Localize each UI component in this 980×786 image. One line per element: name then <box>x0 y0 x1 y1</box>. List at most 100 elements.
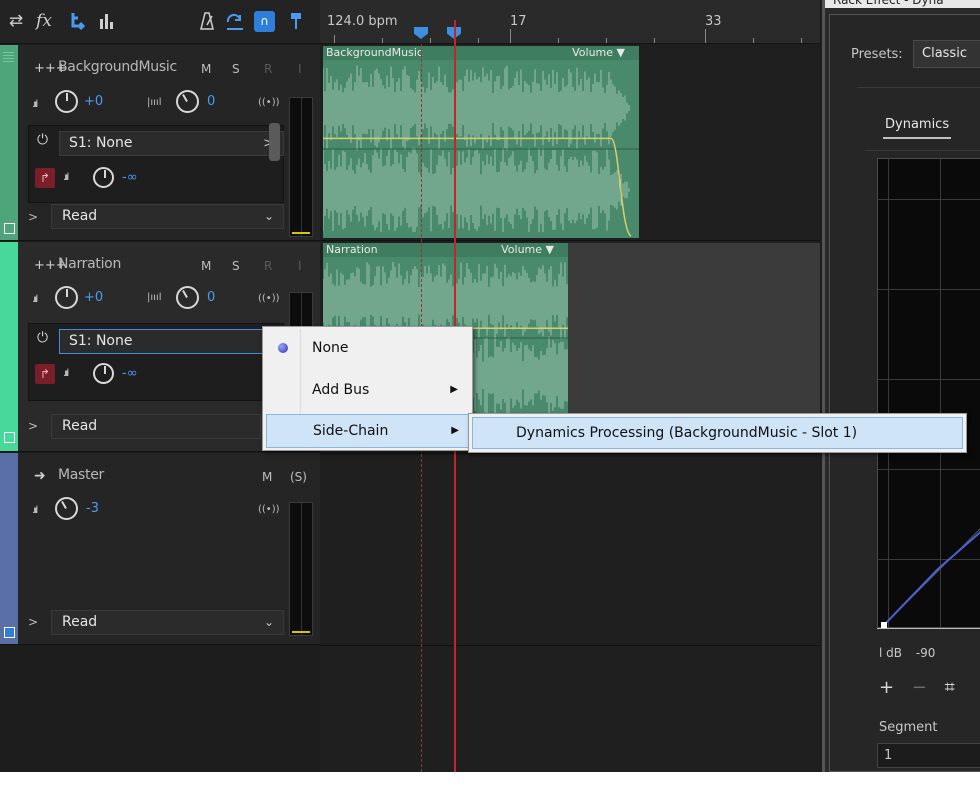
menu-item-add-bus[interactable]: Add Bus ▶ <box>263 372 472 408</box>
clip-header: BackgroundMusic Volume ▼ <box>323 46 639 60</box>
solo-button[interactable]: (S) <box>290 470 307 484</box>
envelope-dropdown[interactable]: Volume ▼ <box>572 46 625 60</box>
pan-value[interactable]: 0 <box>207 290 215 305</box>
fx-label: fx <box>36 11 52 31</box>
link-icon[interactable]: ⌗ <box>945 677 955 698</box>
meter-bars-icon[interactable] <box>96 10 118 32</box>
marker-pin-icon[interactable] <box>285 10 307 32</box>
audio-clip-backgroundmusic[interactable]: BackgroundMusic Volume ▼ <box>323 46 639 238</box>
automation-mode-dropdown[interactable]: Read ⌄ <box>51 610 284 635</box>
loop-icon[interactable] <box>224 10 246 32</box>
send-label: S1: None <box>69 135 133 151</box>
dynamics-graph[interactable] <box>877 158 980 628</box>
add-point-icon[interactable]: + <box>879 677 894 698</box>
db-scale: l dB -90 <box>879 646 945 660</box>
track-select-checkbox[interactable] <box>4 627 15 638</box>
send-volume-value[interactable]: -∞ <box>122 170 138 185</box>
automation-mode-dropdown[interactable]: Read ⌄ <box>51 204 284 229</box>
track-select-checkbox[interactable] <box>4 432 15 443</box>
expand-icon[interactable]: > <box>28 615 38 629</box>
menu-item-label: None <box>312 340 349 356</box>
routing-icon[interactable] <box>67 10 89 32</box>
power-icon[interactable]: ⏻ <box>37 330 48 346</box>
menu-item-side-chain[interactable]: Side-Chain ▶ <box>266 414 471 448</box>
send-dropdown[interactable]: S1: None > <box>59 329 284 354</box>
menu-item-label: Dynamics Processing (BackgroundMusic - S… <box>516 425 858 441</box>
send-dropdown[interactable]: S1: None > <box>59 131 284 156</box>
pan-icon: |ıııl <box>147 292 162 303</box>
bar-number: 17 <box>510 14 527 29</box>
pan-knob[interactable] <box>176 286 199 309</box>
fx-scrollbar[interactable] <box>269 123 280 161</box>
solo-button[interactable]: S <box>232 259 240 273</box>
mute-button[interactable]: M <box>201 259 211 273</box>
stereo-icon[interactable]: ((•)) <box>258 504 280 515</box>
send-volume-knob[interactable] <box>93 167 114 188</box>
send-volume-value[interactable]: -∞ <box>122 366 138 381</box>
switch-arrows-icon[interactable]: ⇄ <box>5 10 27 32</box>
chevron-down-icon: ⌄ <box>263 615 274 629</box>
track-grip-icon[interactable] <box>3 51 14 62</box>
input-monitor-button[interactable]: I <box>298 62 302 76</box>
timeline-ruler[interactable]: 124.0 bpm 17 33 <box>320 0 820 44</box>
solo-button[interactable]: S <box>232 62 240 76</box>
mute-button[interactable]: M <box>201 62 211 76</box>
volume-value[interactable]: -3 <box>86 501 99 516</box>
send-volume-icon: .ıııl <box>63 368 69 379</box>
metronome-icon[interactable] <box>196 10 218 32</box>
snap-magnet-icon[interactable]: ∩ <box>254 11 275 32</box>
presets-dropdown[interactable]: Classic <box>913 40 980 68</box>
track-color-strip <box>0 453 18 644</box>
automation-mode-dropdown[interactable]: Read <box>51 414 261 439</box>
automation-mode-label: Read <box>62 208 98 224</box>
clip-header: Narration Volume ▼ <box>323 243 568 257</box>
segment-field[interactable]: 1 <box>877 743 980 768</box>
loop-start-marker[interactable] <box>414 27 428 39</box>
tab-underline <box>883 137 951 139</box>
send-box: ⏻ S1: None > ↱ .ıııl -∞ <box>28 323 284 401</box>
track-select-checkbox[interactable] <box>4 223 15 234</box>
volume-value[interactable]: +0 <box>84 94 103 109</box>
record-arm-button[interactable]: R <box>264 62 272 76</box>
pan-knob[interactable] <box>176 90 199 113</box>
expand-icon[interactable]: > <box>28 419 38 433</box>
volume-value[interactable]: +0 <box>84 290 103 305</box>
remove-point-icon[interactable]: − <box>912 677 927 698</box>
envelope-dropdown[interactable]: Volume ▼ <box>501 243 554 257</box>
track-color-strip <box>0 242 18 451</box>
menu-item-label: Side-Chain <box>313 423 389 439</box>
clip-name: BackgroundMusic <box>326 46 423 59</box>
chevron-down-icon: ⌄ <box>263 209 274 223</box>
tab-dynamics[interactable]: Dynamics <box>885 117 949 132</box>
record-arm-button[interactable]: R <box>264 259 272 273</box>
menu-item-dynamics-processing[interactable]: Dynamics Processing (BackgroundMusic - S… <box>472 417 963 449</box>
sidechain-icon[interactable]: ↱ <box>35 364 55 384</box>
sidechain-icon[interactable]: ↱ <box>35 168 55 188</box>
graph-axis <box>877 628 980 640</box>
window-bottom-edge <box>0 772 980 786</box>
toolbar: ⇄ fx ∩ <box>0 0 320 44</box>
graph-controls: + − ⌗ <box>879 677 967 698</box>
stereo-icon[interactable]: ((•)) <box>258 293 280 304</box>
volume-icon: .ıııl <box>32 294 38 305</box>
track-name[interactable]: Master <box>58 467 104 483</box>
menu-item-none[interactable]: None <box>263 330 472 366</box>
submenu-arrow-icon: ▶ <box>451 425 459 436</box>
side-chain-submenu: Dynamics Processing (BackgroundMusic - S… <box>468 413 967 453</box>
volume-knob[interactable] <box>55 90 78 113</box>
volume-knob[interactable] <box>55 286 78 309</box>
menu-item-label: Add Bus <box>312 382 370 398</box>
power-icon[interactable]: ⏻ <box>37 132 48 148</box>
volume-icon: .ıııl <box>32 99 38 110</box>
clip-name: Narration <box>326 243 378 256</box>
pan-value[interactable]: 0 <box>207 94 215 109</box>
stereo-icon[interactable]: ((•)) <box>258 97 280 108</box>
track-name[interactable]: Narration <box>58 256 121 272</box>
send-volume-knob[interactable] <box>93 363 114 384</box>
track-name[interactable]: BackgroundMusic <box>58 59 177 75</box>
input-monitor-button[interactable]: I <box>298 259 302 273</box>
volume-knob[interactable] <box>55 497 78 520</box>
expand-icon[interactable]: > <box>28 210 38 224</box>
mute-button[interactable]: M <box>262 470 272 484</box>
fx-icon[interactable]: fx <box>33 10 55 32</box>
